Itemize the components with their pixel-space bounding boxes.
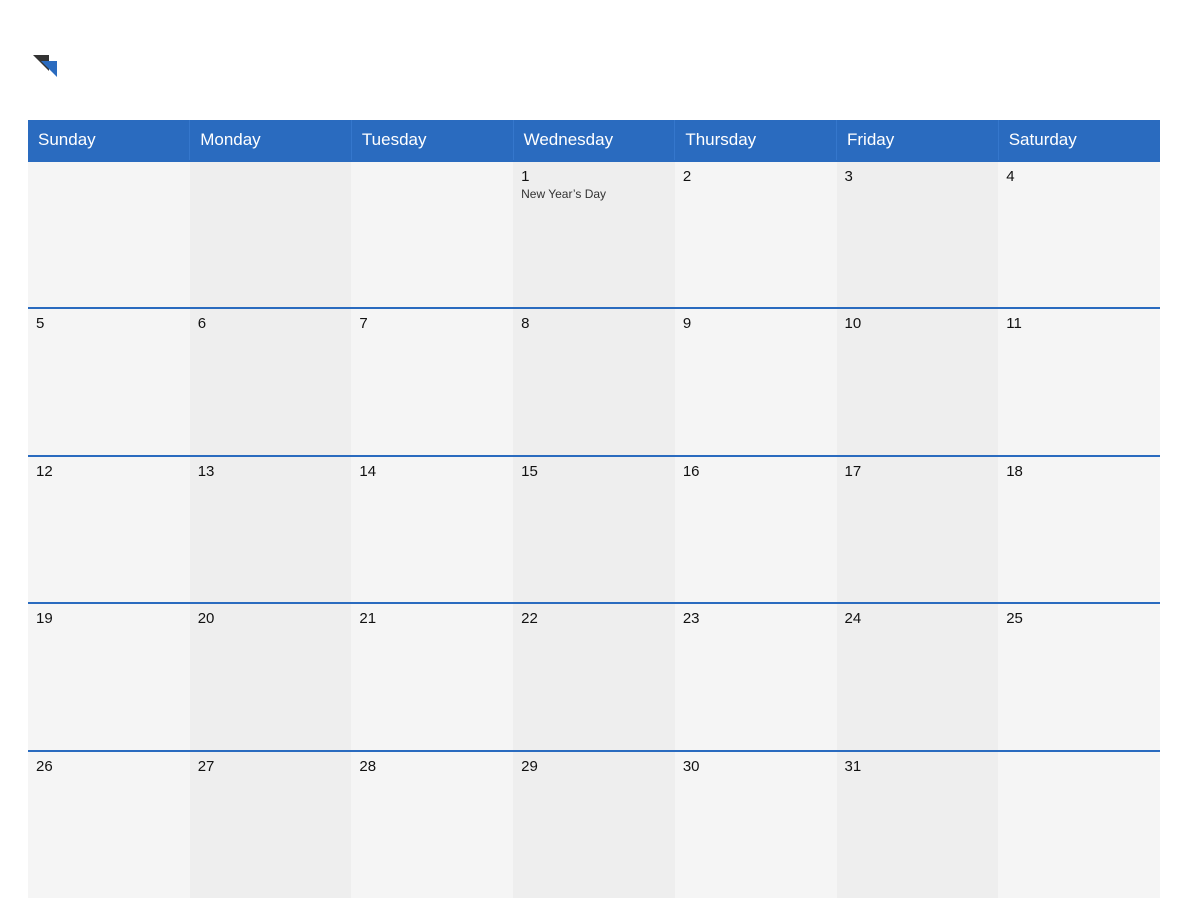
- calendar-cell: 24: [837, 603, 999, 750]
- weekday-header-wednesday: Wednesday: [513, 120, 675, 161]
- calendar-cell: [190, 161, 352, 308]
- calendar-page: SundayMondayTuesdayWednesdayThursdayFrid…: [0, 0, 1188, 918]
- day-number: 26: [36, 758, 182, 775]
- day-number: 4: [1006, 168, 1152, 185]
- holiday-label: New Year’s Day: [521, 187, 667, 201]
- logo-icon: [31, 51, 59, 79]
- day-number: 20: [198, 610, 344, 627]
- day-number: 16: [683, 463, 829, 480]
- day-number: 5: [36, 315, 182, 332]
- calendar-cell: [28, 161, 190, 308]
- weekday-header-thursday: Thursday: [675, 120, 837, 161]
- day-number: 24: [845, 610, 991, 627]
- calendar-cell: 7: [351, 308, 513, 455]
- weekday-header-friday: Friday: [837, 120, 999, 161]
- day-number: 1: [521, 168, 667, 185]
- calendar-cell: 31: [837, 751, 999, 898]
- day-number: 22: [521, 610, 667, 627]
- day-number: 11: [1006, 315, 1152, 332]
- day-number: 10: [845, 315, 991, 332]
- calendar-cell: 10: [837, 308, 999, 455]
- day-number: 8: [521, 315, 667, 332]
- calendar-cell: 23: [675, 603, 837, 750]
- day-number: 23: [683, 610, 829, 627]
- calendar-cell: 6: [190, 308, 352, 455]
- logo-triangle-icon: [31, 51, 59, 79]
- calendar-cell: 29: [513, 751, 675, 898]
- calendar-cell: 30: [675, 751, 837, 898]
- day-number: 30: [683, 758, 829, 775]
- day-number: 15: [521, 463, 667, 480]
- day-number: 29: [521, 758, 667, 775]
- calendar-cell: 11: [998, 308, 1160, 455]
- calendar-week-row: 1 New Year’s Day 234: [28, 161, 1160, 308]
- calendar-cell: [351, 161, 513, 308]
- calendar-cell: 16: [675, 456, 837, 603]
- calendar-cell: 19: [28, 603, 190, 750]
- calendar-cell: 8: [513, 308, 675, 455]
- calendar-cell: 26: [28, 751, 190, 898]
- day-number: 31: [845, 758, 991, 775]
- day-number: 21: [359, 610, 505, 627]
- day-number: 14: [359, 463, 505, 480]
- calendar-cell: 18: [998, 456, 1160, 603]
- calendar-cell: 13: [190, 456, 352, 603]
- calendar-cell: 17: [837, 456, 999, 603]
- day-number: 17: [845, 463, 991, 480]
- calendar-cell: 9: [675, 308, 837, 455]
- calendar-week-row: 56789 10 11: [28, 308, 1160, 455]
- day-number: 13: [198, 463, 344, 480]
- calendar-table: SundayMondayTuesdayWednesdayThursdayFrid…: [28, 120, 1160, 898]
- calendar-week-row: 12 13 14 15 16 17 18: [28, 456, 1160, 603]
- calendar-cell: 12: [28, 456, 190, 603]
- weekday-header-saturday: Saturday: [998, 120, 1160, 161]
- calendar-week-row: 26 27 28 29 30 31: [28, 751, 1160, 898]
- header: [28, 20, 1160, 110]
- calendar-week-row: 19 20 21 22 23 24 25: [28, 603, 1160, 750]
- calendar-cell: 25: [998, 603, 1160, 750]
- day-number: 28: [359, 758, 505, 775]
- day-number: 25: [1006, 610, 1152, 627]
- day-number: 2: [683, 168, 829, 185]
- calendar-cell: 20: [190, 603, 352, 750]
- day-number: 12: [36, 463, 182, 480]
- weekday-header-sunday: Sunday: [28, 120, 190, 161]
- calendar-cell: [998, 751, 1160, 898]
- calendar-cell: 2: [675, 161, 837, 308]
- calendar-cell: 22: [513, 603, 675, 750]
- day-number: 19: [36, 610, 182, 627]
- logo: [28, 51, 59, 80]
- day-number: 6: [198, 315, 344, 332]
- calendar-cell: 5: [28, 308, 190, 455]
- weekday-header-tuesday: Tuesday: [351, 120, 513, 161]
- day-number: 7: [359, 315, 505, 332]
- day-number: 3: [845, 168, 991, 185]
- day-number: 9: [683, 315, 829, 332]
- calendar-cell: 28: [351, 751, 513, 898]
- calendar-cell: 15: [513, 456, 675, 603]
- day-number: 27: [198, 758, 344, 775]
- calendar-cell: 1 New Year’s Day: [513, 161, 675, 308]
- calendar-cell: 21: [351, 603, 513, 750]
- calendar-cell: 4: [998, 161, 1160, 308]
- calendar-cell: 27: [190, 751, 352, 898]
- calendar-cell: 3: [837, 161, 999, 308]
- day-number: 18: [1006, 463, 1152, 480]
- weekday-header-row: SundayMondayTuesdayWednesdayThursdayFrid…: [28, 120, 1160, 161]
- weekday-header-monday: Monday: [190, 120, 352, 161]
- calendar-cell: 14: [351, 456, 513, 603]
